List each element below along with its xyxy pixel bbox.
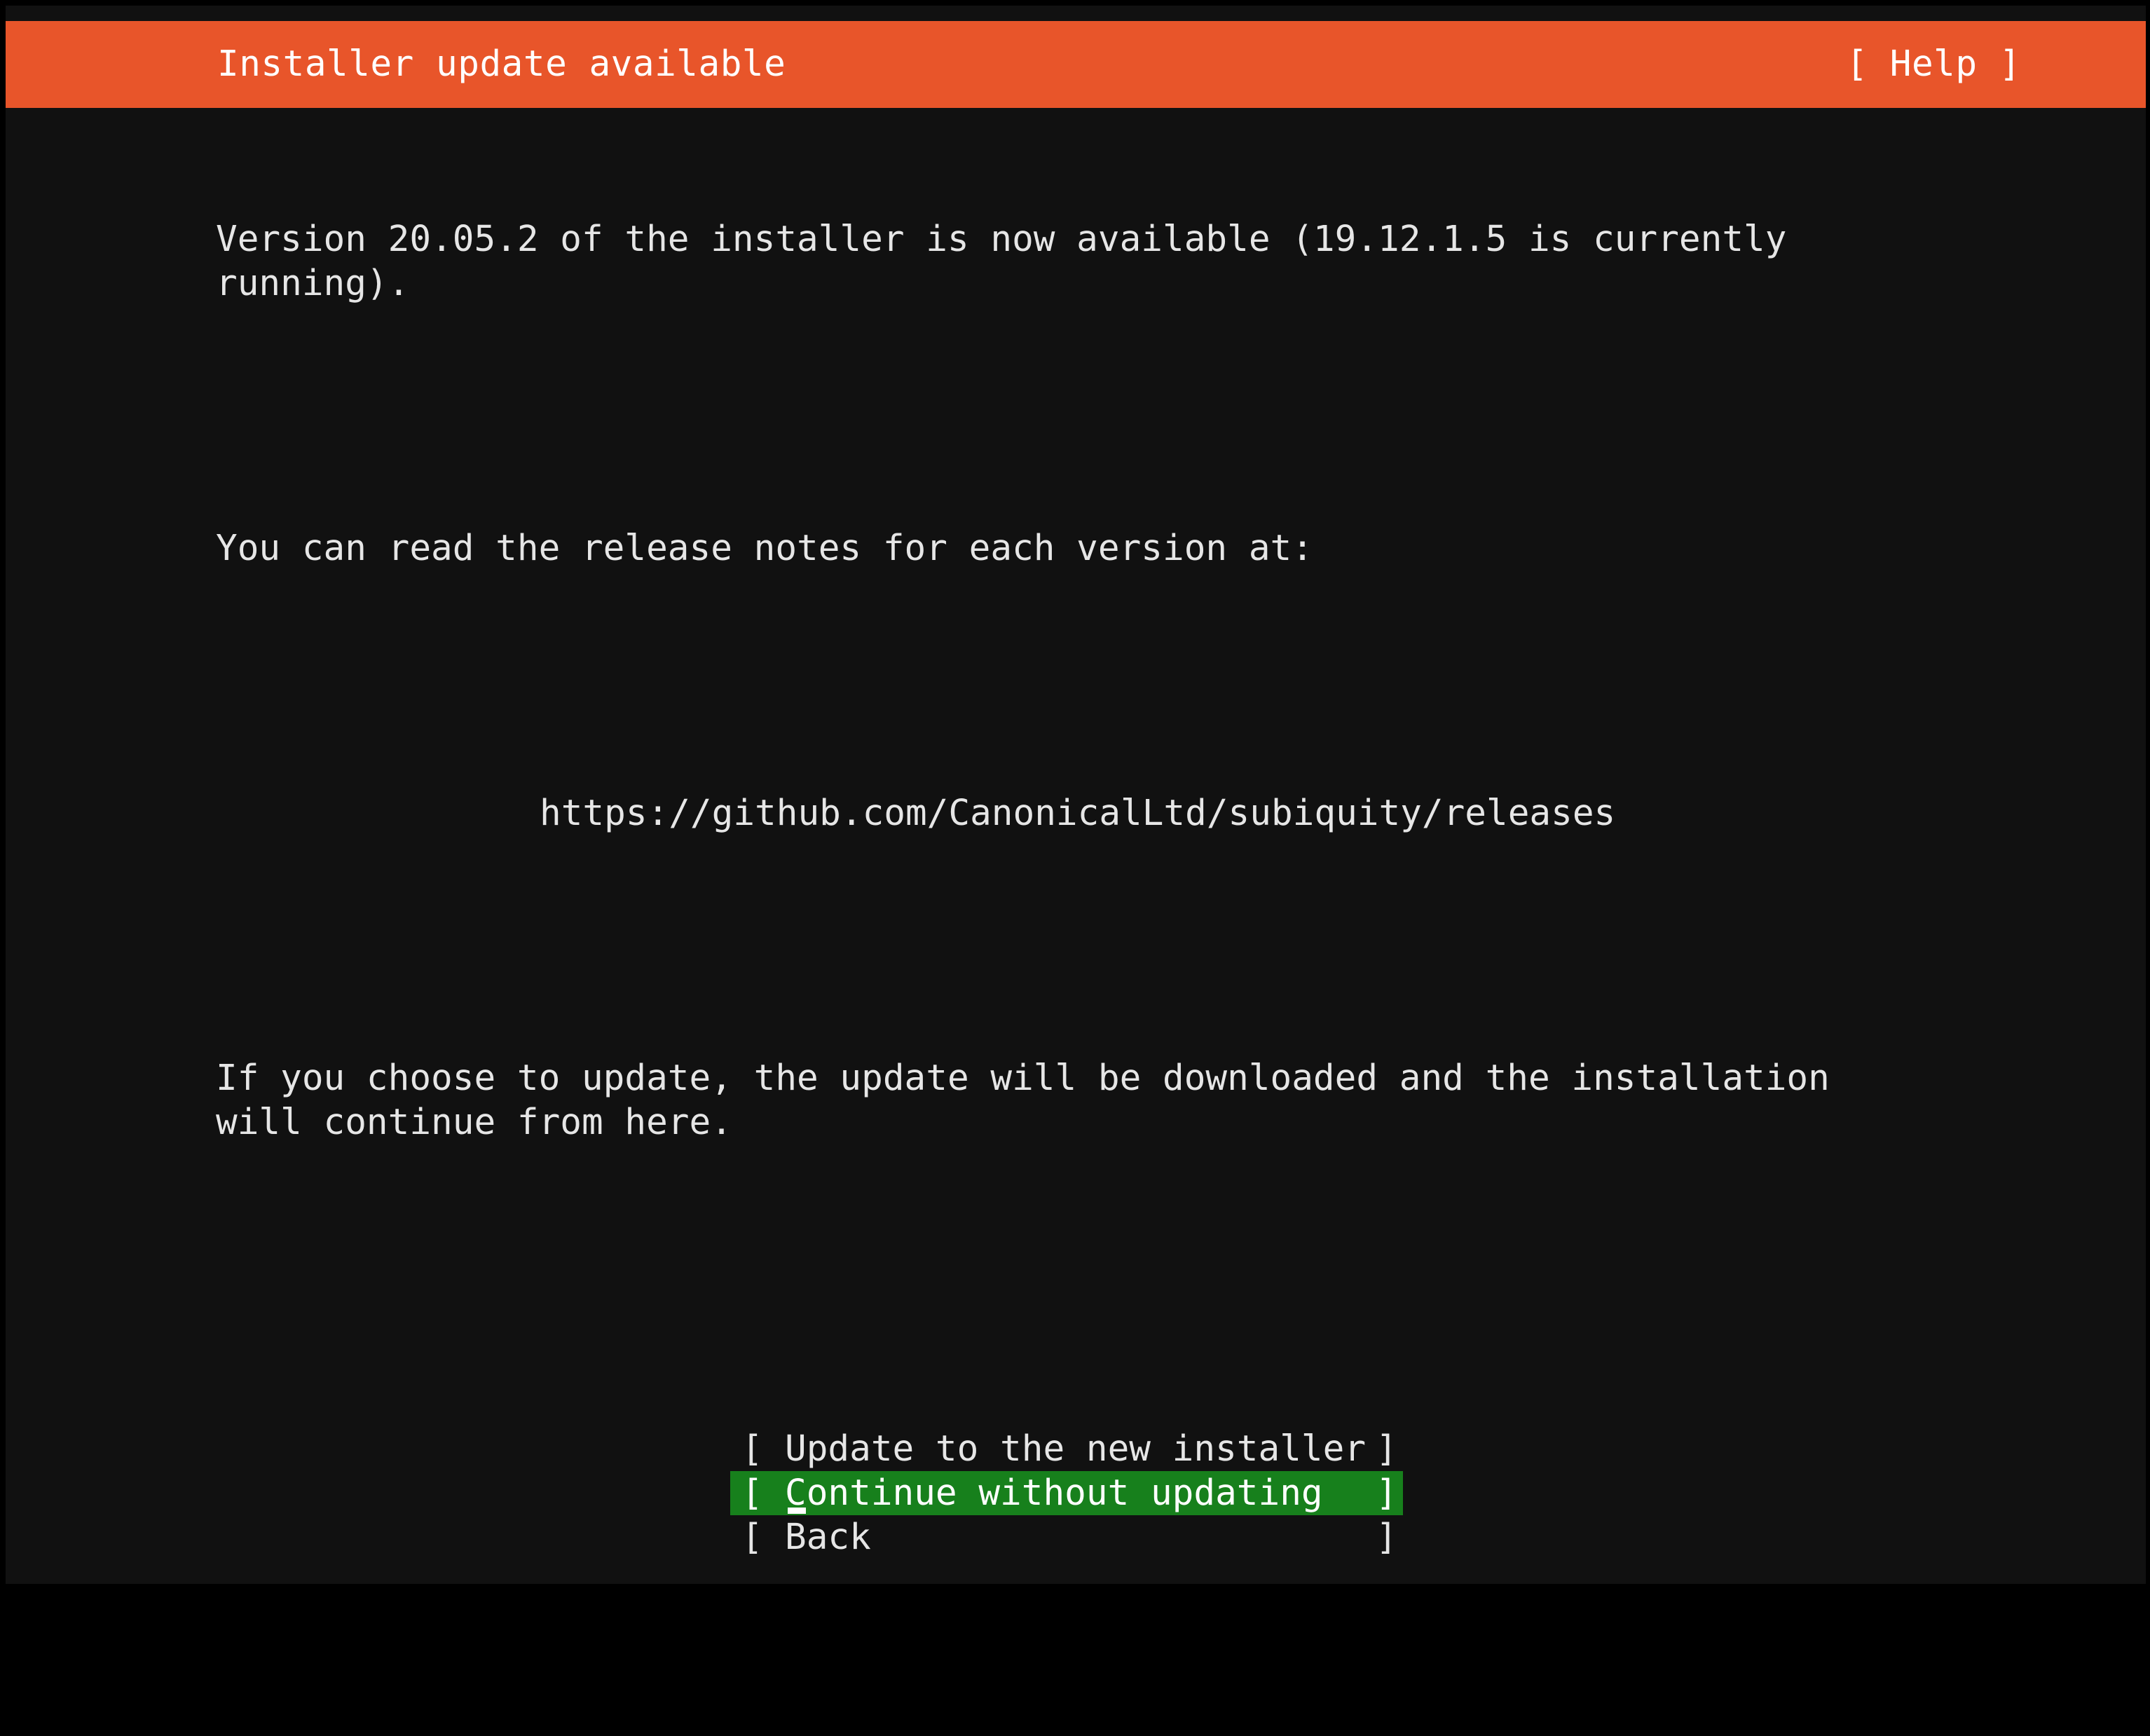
- page-title: Installer update available: [217, 43, 786, 85]
- bracket-open-icon: [: [741, 1517, 763, 1558]
- button-stack: [ Update to the new installer ] [ Contin…: [730, 1427, 1403, 1559]
- release-notes-intro-paragraph: You can read the release notes for each …: [216, 528, 1313, 569]
- header-bar: Installer update available [ Help ]: [6, 21, 2146, 108]
- text-cursor-icon: [788, 1508, 806, 1514]
- button-label: Back: [785, 1517, 871, 1558]
- body-content: Version 20.05.2 of the installer is now …: [216, 129, 2010, 1233]
- version-availability-paragraph: Version 20.05.2 of the installer is now …: [216, 219, 1787, 304]
- button-label: Continue without updating: [785, 1472, 1323, 1514]
- continue-without-updating-button[interactable]: [ Continue without updating ]: [730, 1471, 1403, 1515]
- update-to-new-installer-button[interactable]: [ Update to the new installer ]: [730, 1427, 1403, 1471]
- bracket-open-icon: [: [741, 1428, 763, 1470]
- bracket-close-icon: ]: [1376, 1472, 1397, 1514]
- bracket-close-icon: ]: [1376, 1428, 1397, 1470]
- back-button[interactable]: [ Back ]: [730, 1515, 1403, 1559]
- help-button[interactable]: [ Help ]: [1846, 21, 2021, 108]
- button-label: Update to the new installer: [785, 1428, 1367, 1470]
- bracket-close-icon: ]: [1376, 1517, 1397, 1558]
- installer-screen: Installer update available [ Help ] Vers…: [0, 0, 2150, 1587]
- release-notes-url: https://github.com/CanonicalLtd/subiquit…: [540, 793, 1616, 834]
- bracket-open-icon: [: [741, 1472, 763, 1514]
- update-behavior-paragraph: If you choose to update, the update will…: [216, 1058, 1830, 1143]
